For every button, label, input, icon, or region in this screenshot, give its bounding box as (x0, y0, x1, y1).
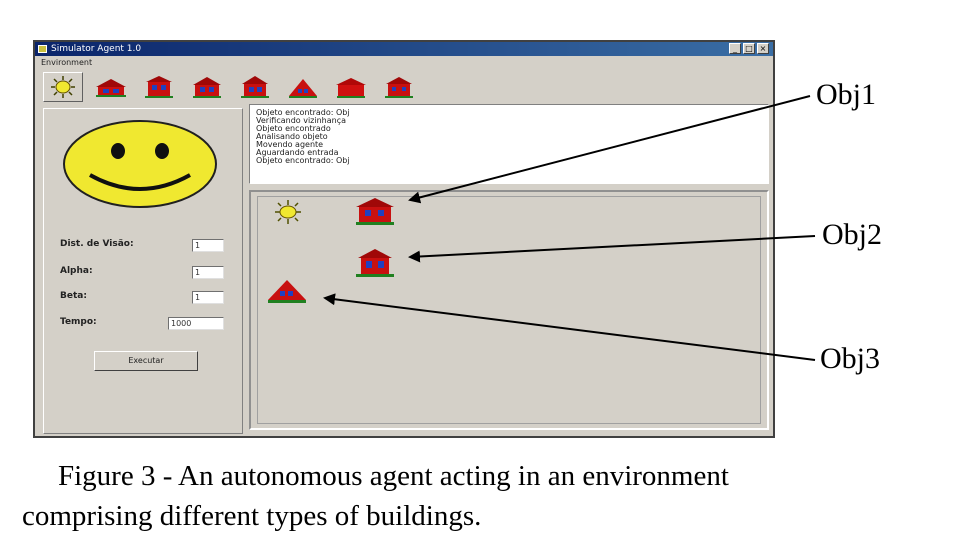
caption-line-2: comprising different types of buildings. (22, 500, 482, 532)
caption-line-1: Figure 3 - An autonomous agent acting in… (58, 460, 729, 492)
obj3-callout: Obj3 (820, 342, 880, 375)
obj3-arrow (323, 293, 816, 361)
obj2-arrow (408, 235, 816, 263)
obj2-callout: Obj2 (822, 218, 882, 251)
obj1-callout: Obj1 (816, 78, 876, 111)
figure-caption: Figure 3 - An autonomous agent acting in… (22, 456, 952, 536)
obj1-arrow (408, 95, 811, 204)
